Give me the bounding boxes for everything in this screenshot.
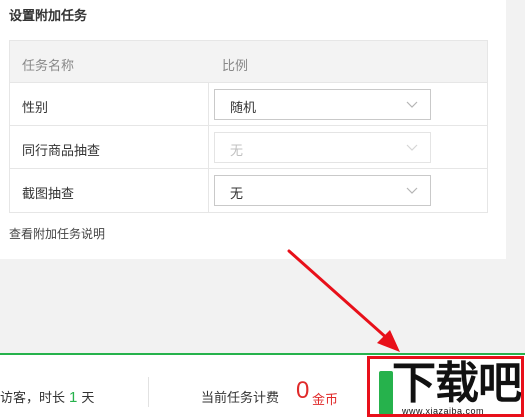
watermark-url: www.xiazaiba.com bbox=[402, 406, 485, 416]
fee-value: 0 bbox=[296, 377, 310, 404]
peer-product-ratio-select: 无 bbox=[214, 132, 431, 163]
highlighted-submit-area: 下载吧 www.xiazaiba.com bbox=[367, 356, 524, 417]
fee-unit: 金币 bbox=[312, 392, 339, 407]
column-divider bbox=[208, 169, 209, 212]
duration-unit: 天 bbox=[81, 390, 95, 405]
header-ratio: 比例 bbox=[222, 58, 249, 73]
fee-label: 当前任务计费 bbox=[201, 390, 280, 405]
task-name-screenshot-check: 截图抽查 bbox=[22, 186, 75, 201]
task-name-peer-product-check: 同行商品抽查 bbox=[22, 143, 101, 158]
duration-summary: 访客，时长 1 天 bbox=[0, 387, 94, 406]
chevron-down-icon bbox=[406, 187, 418, 194]
chevron-down-icon bbox=[406, 144, 418, 151]
chevron-down-icon bbox=[406, 101, 418, 108]
task-help-link[interactable]: 查看附加任务说明 bbox=[9, 225, 105, 242]
duration-days: 1 bbox=[69, 389, 78, 406]
table-row: 性别 随机 bbox=[10, 83, 487, 126]
watermark-logo: 下载吧 bbox=[392, 359, 521, 408]
divider bbox=[148, 377, 149, 407]
gender-ratio-select[interactable]: 随机 bbox=[214, 89, 431, 120]
select-value: 无 bbox=[230, 143, 244, 158]
section-title: 设置附加任务 bbox=[9, 8, 88, 23]
header-task-name: 任务名称 bbox=[22, 58, 75, 73]
column-divider bbox=[208, 83, 209, 125]
table-row: 截图抽查 无 bbox=[10, 169, 487, 212]
screenshot-ratio-select[interactable]: 无 bbox=[214, 175, 431, 206]
select-value: 随机 bbox=[230, 100, 257, 115]
table-header: 任务名称 比例 bbox=[10, 41, 487, 83]
submit-button[interactable] bbox=[379, 371, 393, 414]
column-divider bbox=[208, 126, 209, 168]
select-value: 无 bbox=[230, 186, 244, 201]
task-name-gender: 性别 bbox=[22, 100, 49, 115]
additional-task-panel: 设置附加任务 任务名称 比例 性别 随机 同行商品抽查 无 截图抽查 无 查看附… bbox=[0, 0, 506, 259]
task-table: 任务名称 比例 性别 随机 同行商品抽查 无 截图抽查 无 bbox=[9, 40, 488, 213]
duration-prefix: 访客，时长 bbox=[0, 390, 66, 405]
table-row: 同行商品抽查 无 bbox=[10, 126, 487, 169]
